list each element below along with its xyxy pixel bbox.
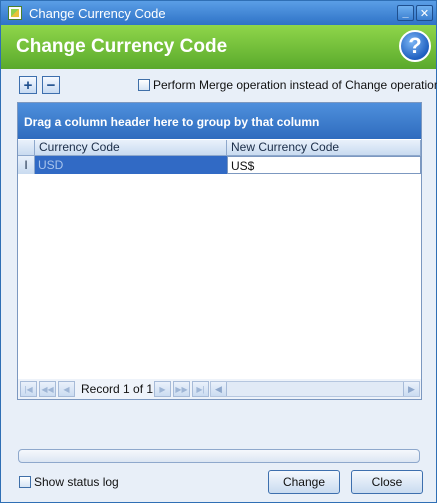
status-log-label[interactable]: Show status log (34, 475, 119, 489)
previous-record-button[interactable]: ◀ (58, 381, 75, 397)
column-header-new-currency-code[interactable]: New Currency Code (227, 140, 421, 156)
row-indicator-header (18, 140, 35, 156)
group-by-panel[interactable]: Drag a column header here to group by th… (18, 103, 421, 139)
status-log-checkbox[interactable] (19, 476, 31, 488)
scroll-right-icon[interactable]: ▶ (403, 382, 419, 396)
column-header-currency-code[interactable]: Currency Code (35, 140, 227, 156)
record-counter: Record 1 of 1 (81, 382, 154, 396)
group-by-hint: Drag a column header here to group by th… (24, 115, 320, 129)
app-icon (8, 6, 22, 20)
progress-bar (18, 449, 420, 463)
merge-checkbox[interactable] (138, 79, 150, 91)
header-banner: Change Currency Code ? (1, 25, 436, 69)
merge-checkbox-label[interactable]: Perform Merge operation instead of Chang… (153, 78, 437, 92)
close-window-button[interactable]: ✕ (416, 5, 433, 21)
last-record-button[interactable]: ▶| (192, 381, 209, 397)
currency-grid: Drag a column header here to group by th… (17, 102, 422, 400)
minimize-button[interactable]: _ (397, 5, 414, 21)
change-button[interactable]: Change (268, 470, 340, 494)
help-icon[interactable]: ? (399, 30, 431, 62)
cell-currency-code[interactable]: USD (35, 156, 227, 174)
previous-page-button[interactable]: ◀◀ (39, 381, 56, 397)
scroll-left-icon[interactable]: ◀ (211, 382, 227, 396)
next-record-button[interactable]: ▶ (154, 381, 171, 397)
dialog-window: Change Currency Code _ ✕ Change Currency… (0, 0, 437, 503)
horizontal-scrollbar[interactable]: ◀ ▶ (210, 381, 420, 397)
add-row-button[interactable]: + (19, 76, 37, 94)
row-indicator[interactable]: I (18, 156, 35, 174)
close-button[interactable]: Close (351, 470, 423, 494)
record-navigator: |◀ ◀◀ ◀ Record 1 of 1 ▶ ▶▶ ▶| ◀ ▶ (18, 379, 421, 399)
page-title: Change Currency Code (16, 36, 228, 57)
window-title: Change Currency Code (29, 5, 166, 21)
next-page-button[interactable]: ▶▶ (173, 381, 190, 397)
title-bar[interactable]: Change Currency Code _ ✕ (1, 1, 436, 25)
first-record-button[interactable]: |◀ (20, 381, 37, 397)
remove-row-button[interactable]: − (42, 76, 60, 94)
cell-new-currency-code[interactable]: US$ (227, 156, 421, 174)
